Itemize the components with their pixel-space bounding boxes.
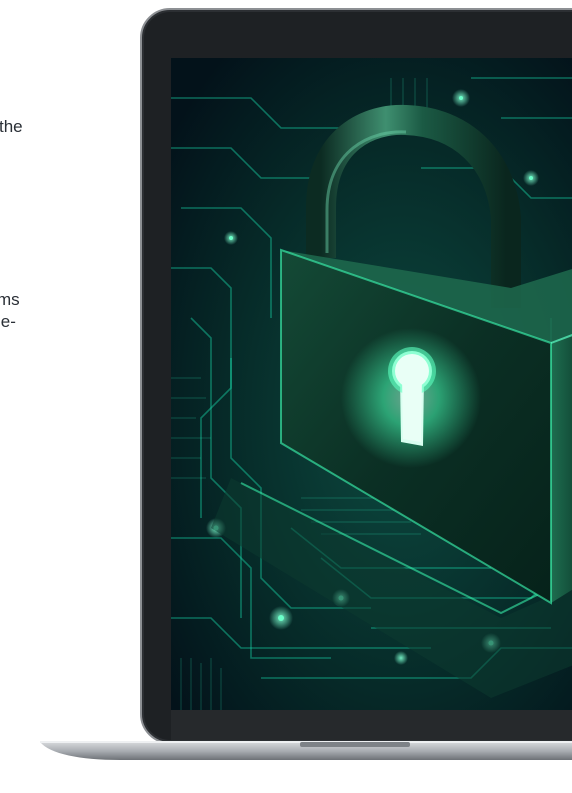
padlock-circuit-illustration [171, 58, 572, 710]
laptop-base [40, 741, 572, 760]
page: the ms le- [0, 0, 572, 793]
laptop-chin [171, 710, 572, 740]
body-text-fragment: ms [0, 290, 20, 309]
body-text-fragment: le- [0, 312, 16, 331]
body-text-fragment: the [0, 117, 23, 136]
laptop-screen [171, 58, 572, 710]
